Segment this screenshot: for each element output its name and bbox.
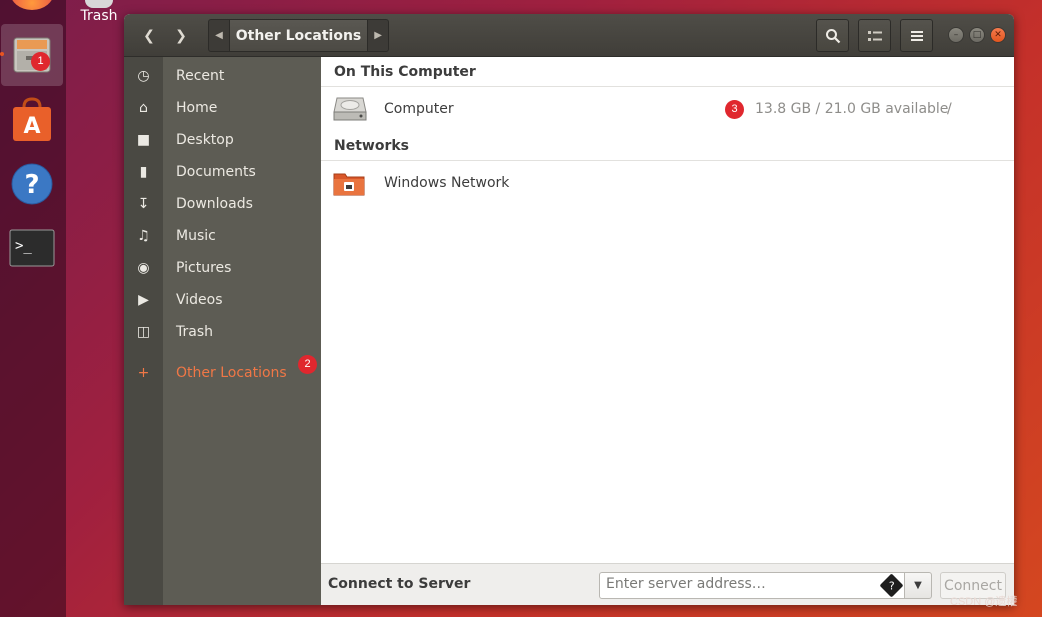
location-row-computer[interactable]: Computer 3 13.8 GB / 21.0 GB available / — [321, 87, 1014, 131]
annotation-badge-3: 3 — [725, 100, 744, 119]
close-button[interactable]: ✕ — [990, 27, 1006, 43]
desktop-trash[interactable]: Trash — [74, 0, 124, 24]
forward-button[interactable]: ❯ — [166, 19, 196, 52]
menu-button[interactable] — [900, 19, 933, 52]
mount-path-text: / — [947, 101, 952, 117]
svg-text:A: A — [23, 114, 40, 139]
plus-icon: + — [137, 365, 150, 381]
location-row-windows-network[interactable]: Windows Network — [321, 161, 1014, 205]
hamburger-menu-icon — [910, 30, 923, 41]
chevron-down-icon: ▼ — [914, 580, 922, 591]
sidebar-item-pictures[interactable]: ◉ Pictures — [124, 252, 321, 284]
sidebar-item-label: Desktop — [176, 132, 234, 148]
path-current-location[interactable]: Other Locations — [228, 20, 369, 51]
sidebar-item-downloads[interactable]: ↧ Downloads — [124, 188, 321, 220]
download-icon: ↧ — [137, 196, 150, 212]
dock-running-indicator — [0, 52, 4, 56]
video-icon: ▶ — [138, 292, 149, 308]
minimize-icon: – — [953, 30, 959, 40]
section-title-on-this-computer: On This Computer — [334, 64, 476, 80]
sidebar-item-label: Videos — [176, 292, 223, 308]
folder-icon: ■ — [136, 132, 151, 148]
sidebar-item-label: Downloads — [176, 196, 253, 212]
path-scroll-right-button[interactable]: ▶ — [368, 20, 388, 51]
sidebar-item-home[interactable]: ⌂ Home — [124, 92, 321, 124]
network-folder-icon — [333, 173, 365, 196]
server-address-input[interactable]: Enter server address… ? — [599, 572, 905, 599]
help-icon[interactable]: ? — [879, 573, 904, 598]
clock-icon: ◷ — [137, 68, 150, 84]
search-button[interactable] — [816, 19, 849, 52]
close-icon: ✕ — [994, 30, 1002, 40]
launcher-dock: 1 A ? >_ — [0, 0, 66, 617]
firefox-icon[interactable] — [10, 0, 54, 10]
path-scroll-left-button[interactable]: ◀ — [209, 20, 229, 51]
terminal-icon: >_ — [9, 229, 55, 267]
sidebar-item-label: Home — [176, 100, 218, 116]
sidebar-item-label: Recent — [176, 68, 225, 84]
location-label: Computer — [384, 101, 454, 117]
chevron-right-icon: ❯ — [175, 27, 187, 44]
sidebar-item-videos[interactable]: ▶ Videos — [124, 284, 321, 316]
help-dock-icon[interactable]: ? — [8, 160, 56, 208]
other-locations-view: On This Computer Computer 3 13.8 GB / 21… — [321, 57, 1014, 563]
desktop-trash-label: Trash — [80, 8, 118, 24]
trash-icon — [85, 0, 113, 8]
sidebar-item-label: Music — [176, 228, 216, 244]
svg-text:>_: >_ — [15, 238, 32, 254]
view-toggle-button[interactable] — [858, 19, 891, 52]
help-icon: ? — [11, 163, 53, 205]
list-view-icon — [867, 30, 882, 41]
server-address-placeholder: Enter server address… — [606, 576, 766, 592]
annotation-badge-1: 1 — [31, 52, 50, 71]
back-button[interactable]: ❮ — [134, 19, 164, 52]
home-icon: ⌂ — [139, 100, 148, 116]
sidebar-item-music[interactable]: ♫ Music — [124, 220, 321, 252]
path-bar: ◀ Other Locations ▶ — [208, 19, 389, 52]
files-window: ❮ ❯ ◀ Other Locations ▶ – □ ✕ ◷ Recent ⌂… — [124, 14, 1014, 605]
search-icon — [825, 28, 840, 43]
sidebar-item-other-locations[interactable]: + Other Locations — [124, 357, 321, 389]
ubuntu-software-dock-icon[interactable]: A — [8, 96, 56, 144]
sidebar-item-label: Documents — [176, 164, 256, 180]
hard-drive-icon — [333, 97, 367, 121]
terminal-dock-icon[interactable]: >_ — [8, 224, 56, 272]
maximize-button[interactable]: □ — [969, 27, 985, 43]
chevron-left-icon: ❮ — [143, 27, 155, 44]
connect-to-server-label: Connect to Server — [328, 576, 471, 592]
sidebar-item-label: Trash — [176, 324, 213, 340]
trash-icon: ◫ — [136, 324, 151, 340]
sidebar: ◷ Recent ⌂ Home ■ Desktop ▮ Documents ↧ … — [124, 57, 321, 605]
music-icon: ♫ — [137, 228, 150, 244]
watermark: CSDN @遗權 — [950, 596, 1018, 608]
location-label: Windows Network — [384, 175, 510, 191]
svg-text:?: ? — [24, 170, 39, 200]
header-bar: ❮ ❯ ◀ Other Locations ▶ – □ ✕ — [124, 14, 1014, 57]
sidebar-item-label: Other Locations — [176, 365, 287, 381]
camera-icon: ◉ — [137, 260, 150, 276]
recent-servers-dropdown[interactable]: ▼ — [904, 572, 932, 599]
connect-to-server-bar: Connect to Server Enter server address… … — [321, 563, 1014, 605]
sidebar-item-label: Pictures — [176, 260, 232, 276]
maximize-icon: □ — [972, 30, 982, 40]
annotation-badge-2: 2 — [298, 355, 317, 374]
shopping-bag-icon: A — [13, 97, 51, 141]
section-title-networks: Networks — [334, 138, 410, 154]
disk-usage-text: 13.8 GB / 21.0 GB available — [755, 101, 949, 117]
sidebar-item-trash[interactable]: ◫ Trash — [124, 316, 321, 348]
files-dock-icon[interactable] — [8, 30, 56, 78]
sidebar-item-desktop[interactable]: ■ Desktop — [124, 124, 321, 156]
sidebar-item-documents[interactable]: ▮ Documents — [124, 156, 321, 188]
minimize-button[interactable]: – — [948, 27, 964, 43]
sidebar-item-recent[interactable]: ◷ Recent — [124, 60, 321, 92]
document-icon: ▮ — [139, 164, 148, 180]
